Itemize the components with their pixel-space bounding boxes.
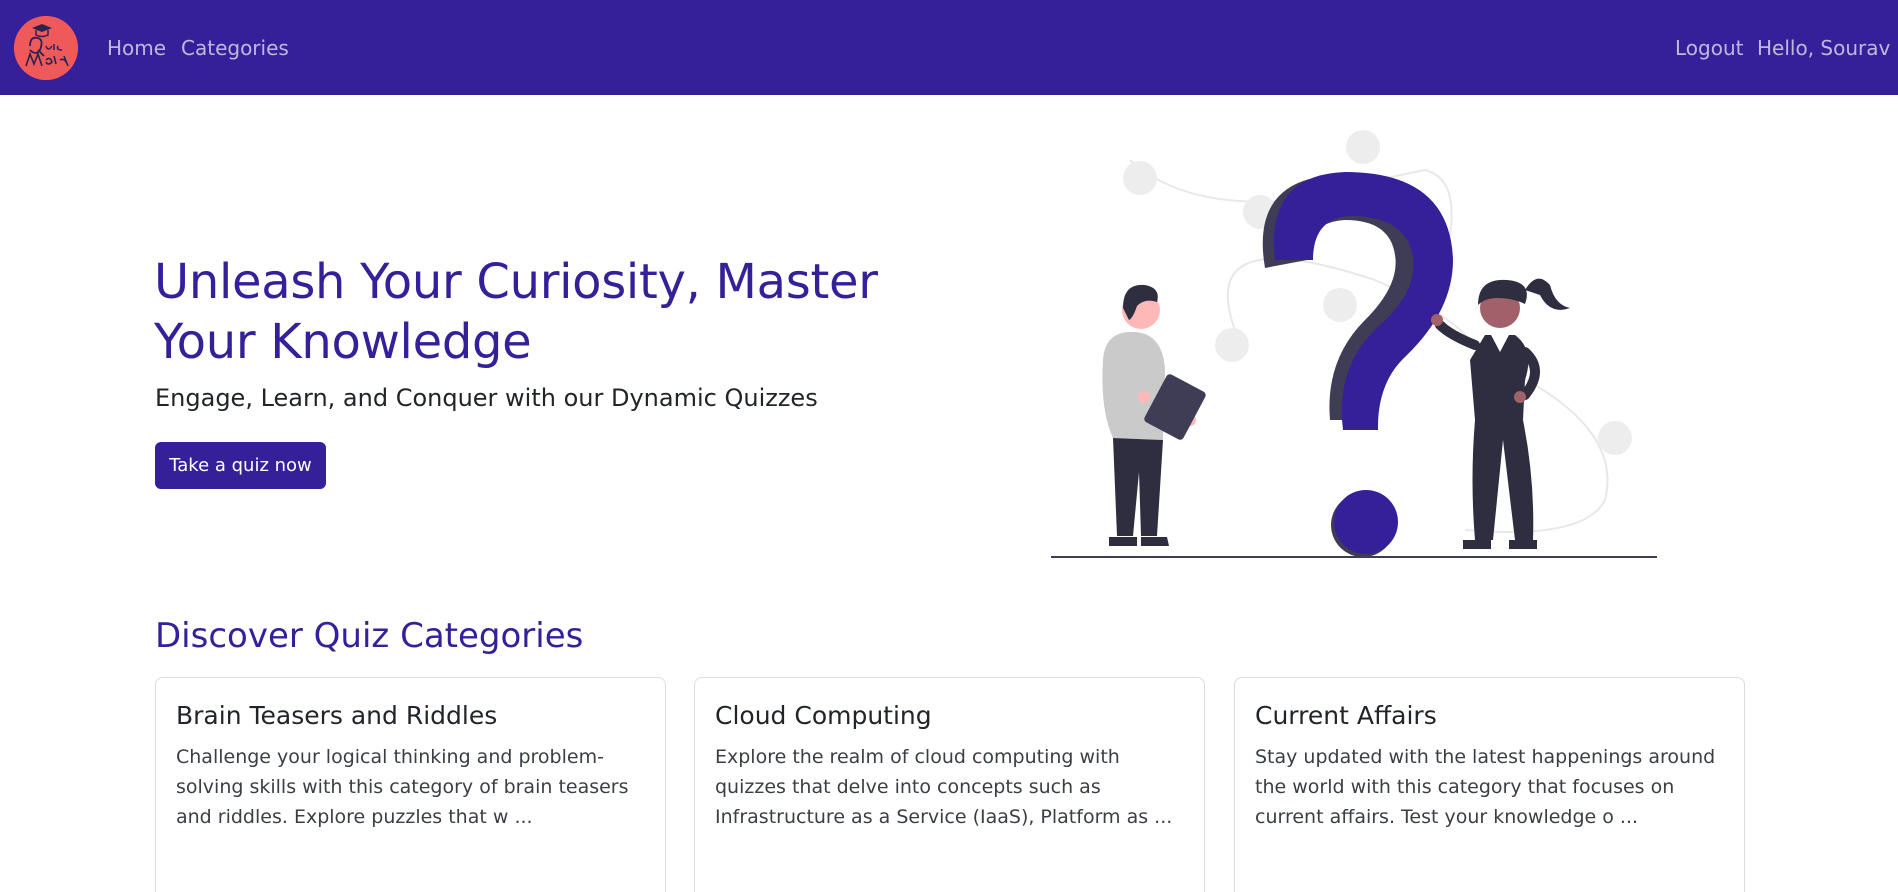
logout-link[interactable]: Logout [1675, 36, 1743, 60]
nav-home-link[interactable]: Home [107, 36, 166, 60]
logo-icon [14, 16, 78, 80]
category-card[interactable]: Cloud Computing Explore the realm of clo… [694, 677, 1205, 892]
category-card[interactable]: Brain Teasers and Riddles Challenge your… [155, 677, 666, 892]
category-card-description: Challenge your logical thinking and prob… [176, 746, 629, 828]
category-card-title: Current Affairs [1255, 701, 1437, 730]
top-navbar: Home Categories Logout Hello, Sourav [0, 0, 1898, 95]
hero-subtitle: Engage, Learn, and Conquer with our Dyna… [155, 384, 818, 412]
category-card-title: Cloud Computing [715, 701, 932, 730]
category-card-description: Stay updated with the latest happenings … [1255, 746, 1716, 828]
nav-categories-link[interactable]: Categories [181, 36, 289, 60]
quiz-master-logo[interactable] [14, 16, 78, 80]
categories-section-title: Discover Quiz Categories [155, 616, 584, 656]
question-mark-people-icon [1051, 130, 1657, 558]
hero-title: Unleash Your Curiosity, Master Your Know… [154, 254, 878, 370]
question-mark-illustration [1045, 120, 1665, 560]
category-card-title: Brain Teasers and Riddles [176, 701, 498, 730]
category-card-description: Explore the realm of cloud computing wit… [715, 746, 1173, 828]
take-quiz-button[interactable]: Take a quiz now [155, 442, 326, 489]
category-card[interactable]: Current Affairs Stay updated with the la… [1234, 677, 1745, 892]
user-greeting: Hello, Sourav [1757, 36, 1891, 60]
